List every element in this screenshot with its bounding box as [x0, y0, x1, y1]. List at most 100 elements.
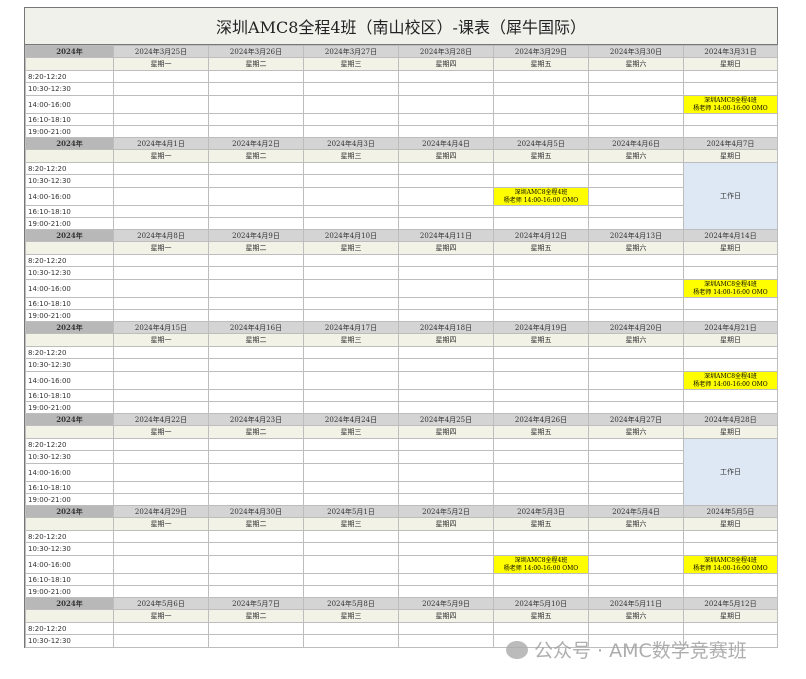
empty-slot-cell[interactable] — [398, 450, 494, 464]
empty-slot-cell[interactable] — [493, 217, 589, 230]
empty-slot-cell[interactable] — [588, 622, 684, 635]
empty-slot-cell[interactable] — [303, 622, 399, 635]
empty-slot-cell[interactable] — [303, 358, 399, 372]
empty-slot-cell[interactable] — [208, 309, 304, 322]
empty-slot-cell[interactable] — [398, 463, 494, 482]
empty-slot-cell[interactable] — [113, 187, 209, 206]
empty-slot-cell[interactable] — [303, 555, 399, 574]
empty-slot-cell[interactable] — [303, 266, 399, 280]
empty-slot-cell[interactable] — [208, 542, 304, 556]
empty-slot-cell[interactable] — [208, 389, 304, 402]
empty-slot-cell[interactable] — [493, 70, 589, 83]
empty-slot-cell[interactable] — [493, 389, 589, 402]
empty-slot-cell[interactable] — [303, 401, 399, 414]
empty-slot-cell[interactable] — [113, 401, 209, 414]
empty-slot-cell[interactable] — [493, 174, 589, 188]
empty-slot-cell[interactable] — [493, 493, 589, 506]
empty-slot-cell[interactable] — [113, 634, 209, 648]
empty-slot-cell[interactable] — [588, 438, 684, 451]
empty-slot-cell[interactable] — [493, 358, 589, 372]
empty-slot-cell[interactable] — [208, 401, 304, 414]
empty-slot-cell[interactable] — [588, 481, 684, 494]
empty-slot-cell[interactable] — [493, 125, 589, 138]
empty-slot-cell[interactable] — [208, 82, 304, 96]
empty-slot-cell[interactable] — [208, 217, 304, 230]
empty-slot-cell[interactable] — [588, 82, 684, 96]
empty-slot-cell[interactable] — [683, 585, 778, 598]
empty-slot-cell[interactable] — [398, 82, 494, 96]
empty-slot-cell[interactable] — [208, 493, 304, 506]
empty-slot-cell[interactable] — [113, 463, 209, 482]
empty-slot-cell[interactable] — [398, 309, 494, 322]
empty-slot-cell[interactable] — [683, 401, 778, 414]
empty-slot-cell[interactable] — [683, 82, 778, 96]
empty-slot-cell[interactable] — [113, 542, 209, 556]
empty-slot-cell[interactable] — [113, 279, 209, 298]
empty-slot-cell[interactable] — [208, 585, 304, 598]
empty-slot-cell[interactable] — [493, 95, 589, 114]
empty-slot-cell[interactable] — [493, 585, 589, 598]
empty-slot-cell[interactable] — [208, 438, 304, 451]
empty-slot-cell[interactable] — [683, 389, 778, 402]
empty-slot-cell[interactable] — [303, 463, 399, 482]
empty-slot-cell[interactable] — [493, 438, 589, 451]
empty-slot-cell[interactable] — [493, 371, 589, 390]
empty-slot-cell[interactable] — [493, 622, 589, 635]
class-session-cell[interactable]: 深圳AMC8全程4班 杨老师 14:00-16:00 OMO — [493, 187, 589, 206]
empty-slot-cell[interactable] — [113, 438, 209, 451]
empty-slot-cell[interactable] — [303, 634, 399, 648]
empty-slot-cell[interactable] — [588, 401, 684, 414]
empty-slot-cell[interactable] — [398, 389, 494, 402]
empty-slot-cell[interactable] — [303, 450, 399, 464]
empty-slot-cell[interactable] — [208, 530, 304, 543]
empty-slot-cell[interactable] — [398, 174, 494, 188]
empty-slot-cell[interactable] — [208, 481, 304, 494]
empty-slot-cell[interactable] — [113, 205, 209, 218]
empty-slot-cell[interactable] — [208, 205, 304, 218]
empty-slot-cell[interactable] — [588, 174, 684, 188]
empty-slot-cell[interactable] — [588, 463, 684, 482]
empty-slot-cell[interactable] — [303, 493, 399, 506]
empty-slot-cell[interactable] — [683, 254, 778, 267]
empty-slot-cell[interactable] — [113, 174, 209, 188]
class-session-cell[interactable]: 深圳AMC8全程4班 杨老师 14:00-16:00 OMO — [683, 95, 778, 114]
empty-slot-cell[interactable] — [493, 279, 589, 298]
empty-slot-cell[interactable] — [208, 297, 304, 310]
empty-slot-cell[interactable] — [208, 279, 304, 298]
empty-slot-cell[interactable] — [683, 113, 778, 126]
empty-slot-cell[interactable] — [113, 217, 209, 230]
empty-slot-cell[interactable] — [588, 389, 684, 402]
empty-slot-cell[interactable] — [398, 438, 494, 451]
empty-slot-cell[interactable] — [208, 573, 304, 586]
empty-slot-cell[interactable] — [683, 542, 778, 556]
empty-slot-cell[interactable] — [303, 297, 399, 310]
empty-slot-cell[interactable] — [588, 555, 684, 574]
empty-slot-cell[interactable] — [588, 266, 684, 280]
empty-slot-cell[interactable] — [588, 450, 684, 464]
empty-slot-cell[interactable] — [208, 95, 304, 114]
empty-slot-cell[interactable] — [113, 573, 209, 586]
empty-slot-cell[interactable] — [113, 125, 209, 138]
empty-slot-cell[interactable] — [113, 585, 209, 598]
empty-slot-cell[interactable] — [113, 346, 209, 359]
empty-slot-cell[interactable] — [588, 95, 684, 114]
empty-slot-cell[interactable] — [303, 371, 399, 390]
empty-slot-cell[interactable] — [493, 113, 589, 126]
empty-slot-cell[interactable] — [398, 530, 494, 543]
empty-slot-cell[interactable] — [398, 297, 494, 310]
empty-slot-cell[interactable] — [493, 530, 589, 543]
empty-slot-cell[interactable] — [208, 70, 304, 83]
empty-slot-cell[interactable] — [208, 174, 304, 188]
empty-slot-cell[interactable] — [113, 358, 209, 372]
empty-slot-cell[interactable] — [588, 70, 684, 83]
empty-slot-cell[interactable] — [493, 481, 589, 494]
empty-slot-cell[interactable] — [208, 450, 304, 464]
empty-slot-cell[interactable] — [303, 481, 399, 494]
empty-slot-cell[interactable] — [398, 95, 494, 114]
empty-slot-cell[interactable] — [683, 622, 778, 635]
empty-slot-cell[interactable] — [113, 113, 209, 126]
empty-slot-cell[interactable] — [588, 113, 684, 126]
empty-slot-cell[interactable] — [303, 162, 399, 175]
empty-slot-cell[interactable] — [113, 530, 209, 543]
empty-slot-cell[interactable] — [683, 530, 778, 543]
